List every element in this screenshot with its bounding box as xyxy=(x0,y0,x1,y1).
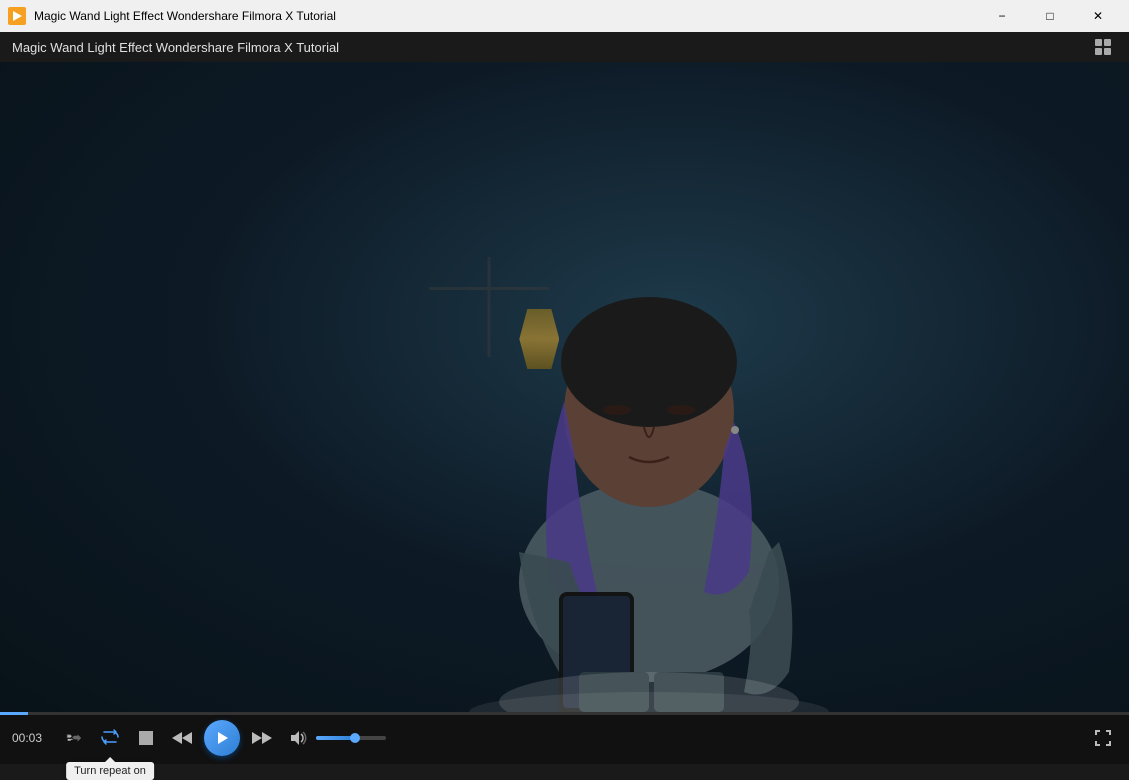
fast-forward-icon xyxy=(252,730,272,746)
volume-icon xyxy=(289,729,307,747)
volume-fill xyxy=(316,736,355,740)
volume-thumb xyxy=(350,733,360,743)
time-display: 00:03 xyxy=(12,731,52,745)
grid-view-button[interactable] xyxy=(1089,33,1117,61)
rewind-icon xyxy=(172,730,192,746)
video-scene xyxy=(0,62,1129,712)
repeat-button[interactable] xyxy=(96,724,124,752)
title-bar-text: Magic Wand Light Effect Wondershare Film… xyxy=(34,9,336,23)
stop-icon xyxy=(139,731,153,745)
progress-bar[interactable] xyxy=(0,712,1129,715)
title-bar-left: Magic Wand Light Effect Wondershare Film… xyxy=(8,7,336,25)
person-silhouette xyxy=(439,132,859,712)
play-icon xyxy=(215,731,229,745)
repeat-button-container: Turn repeat on xyxy=(96,724,124,752)
volume-slider[interactable] xyxy=(316,736,386,740)
rewind-button[interactable] xyxy=(168,724,196,752)
fullscreen-icon xyxy=(1094,729,1112,747)
shuffle-button[interactable] xyxy=(60,724,88,752)
maximize-button[interactable]: □ xyxy=(1027,0,1073,32)
repeat-icon xyxy=(100,728,120,748)
stop-button[interactable] xyxy=(132,724,160,752)
window-controls: − □ ✕ xyxy=(979,0,1121,32)
minimize-button[interactable]: − xyxy=(979,0,1025,32)
repeat-tooltip: Turn repeat on xyxy=(66,762,154,780)
title-bar: Magic Wand Light Effect Wondershare Film… xyxy=(0,0,1129,32)
volume-area xyxy=(284,724,386,752)
volume-button[interactable] xyxy=(284,724,312,752)
app-icon xyxy=(8,7,26,25)
window-title-label: Magic Wand Light Effect Wondershare Film… xyxy=(12,40,1085,55)
progress-fill xyxy=(0,712,28,715)
shuffle-icon xyxy=(65,729,83,747)
fast-forward-button[interactable] xyxy=(248,724,276,752)
controls-bar: 00:03 Turn repeat on xyxy=(0,712,1129,764)
menu-bar: Magic Wand Light Effect Wondershare Film… xyxy=(0,32,1129,62)
play-button[interactable] xyxy=(204,720,240,756)
fullscreen-button[interactable] xyxy=(1089,724,1117,752)
video-area[interactable] xyxy=(0,62,1129,712)
close-button[interactable]: ✕ xyxy=(1075,0,1121,32)
